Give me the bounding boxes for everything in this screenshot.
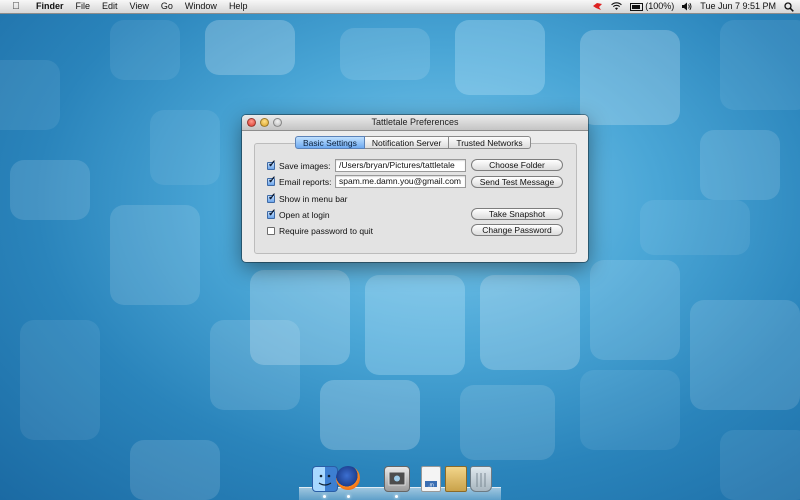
menu-clock[interactable]: Tue Jun 7 9:51 PM [700, 0, 776, 13]
spotlight-search-icon[interactable] [784, 1, 794, 12]
menu-window[interactable]: Window [179, 0, 223, 13]
require-password-row: Require password to quit [267, 226, 373, 236]
finder-icon[interactable] [312, 466, 338, 492]
menu-app-finder[interactable]: Finder [30, 0, 70, 13]
email-reports-label: Email reports: [279, 177, 332, 187]
menu-view[interactable]: View [124, 0, 155, 13]
email-reports-checkbox[interactable] [267, 175, 276, 186]
tab-notification-server[interactable]: Notification Server [364, 136, 450, 149]
take-snapshot-button[interactable]: Take Snapshot [471, 208, 563, 220]
tab-trusted-networks[interactable]: Trusted Networks [449, 136, 531, 149]
battery-percentage: (100%) [645, 1, 675, 11]
svg-text:.m: .m [428, 483, 434, 489]
open-at-login-label: Open at login [279, 210, 330, 220]
apple-icon[interactable]:  [6, 0, 26, 13]
window-title: Tattletale Preferences [371, 117, 459, 127]
menu-help[interactable]: Help [223, 0, 254, 13]
minimize-button[interactable] [260, 118, 269, 127]
firefox-running-indicator [347, 495, 350, 498]
close-button[interactable] [247, 118, 256, 127]
menu-edit[interactable]: Edit [96, 0, 124, 13]
preview-icon[interactable] [384, 466, 410, 492]
save-images-path-field[interactable]: /Users/bryan/Pictures/tattletale [335, 159, 466, 172]
volume-icon[interactable] [682, 2, 692, 11]
send-test-message-button[interactable]: Send Test Message [471, 176, 563, 188]
show-in-menu-bar-label: Show in menu bar [279, 194, 348, 204]
battery-status[interactable]: (100%) [630, 0, 674, 13]
document-icon[interactable]: .m [421, 466, 441, 492]
show-menu-bar-row: Show in menu bar [267, 192, 348, 204]
require-password-label: Require password to quit [279, 226, 374, 236]
save-images-row: Save images: [267, 159, 331, 171]
open-at-login-row: Open at login [267, 208, 330, 220]
window-titlebar[interactable]: Tattletale Preferences [242, 115, 588, 131]
require-password-checkbox[interactable] [267, 227, 275, 235]
menu-file[interactable]: File [70, 0, 97, 13]
change-password-button[interactable]: Change Password [471, 224, 563, 236]
preview-running-indicator [395, 495, 398, 498]
tab-basic-settings[interactable]: Basic Settings [295, 136, 365, 149]
menu-go[interactable]: Go [155, 0, 179, 13]
settings-panel: Save images: /Users/bryan/Pictures/tattl… [254, 143, 577, 254]
show-in-menu-bar-checkbox[interactable] [267, 192, 276, 203]
open-at-login-checkbox[interactable] [267, 208, 276, 219]
dock: .m [299, 464, 501, 500]
wifi-icon[interactable] [611, 2, 623, 11]
save-images-label: Save images: [279, 161, 331, 171]
email-address-field[interactable]: spam.me.damn.you@gmail.com [335, 175, 466, 188]
firefox-icon[interactable] [336, 466, 360, 490]
settings-tabs: Basic Settings Notification Server Trust… [295, 136, 531, 149]
finder-running-indicator [323, 495, 326, 498]
zoom-button[interactable] [273, 118, 282, 127]
tattletale-menu-icon[interactable] [592, 2, 603, 11]
menu-bar:  Finder File Edit View Go Window Help (… [0, 0, 800, 14]
preferences-window: Tattletale Preferences Save images: /Use… [242, 115, 588, 262]
save-images-checkbox[interactable] [267, 159, 276, 170]
notes-icon[interactable] [445, 466, 467, 492]
choose-folder-button[interactable]: Choose Folder [471, 159, 563, 171]
email-reports-row: Email reports: [267, 175, 332, 187]
trash-icon[interactable] [470, 466, 492, 492]
battery-icon [630, 2, 644, 11]
